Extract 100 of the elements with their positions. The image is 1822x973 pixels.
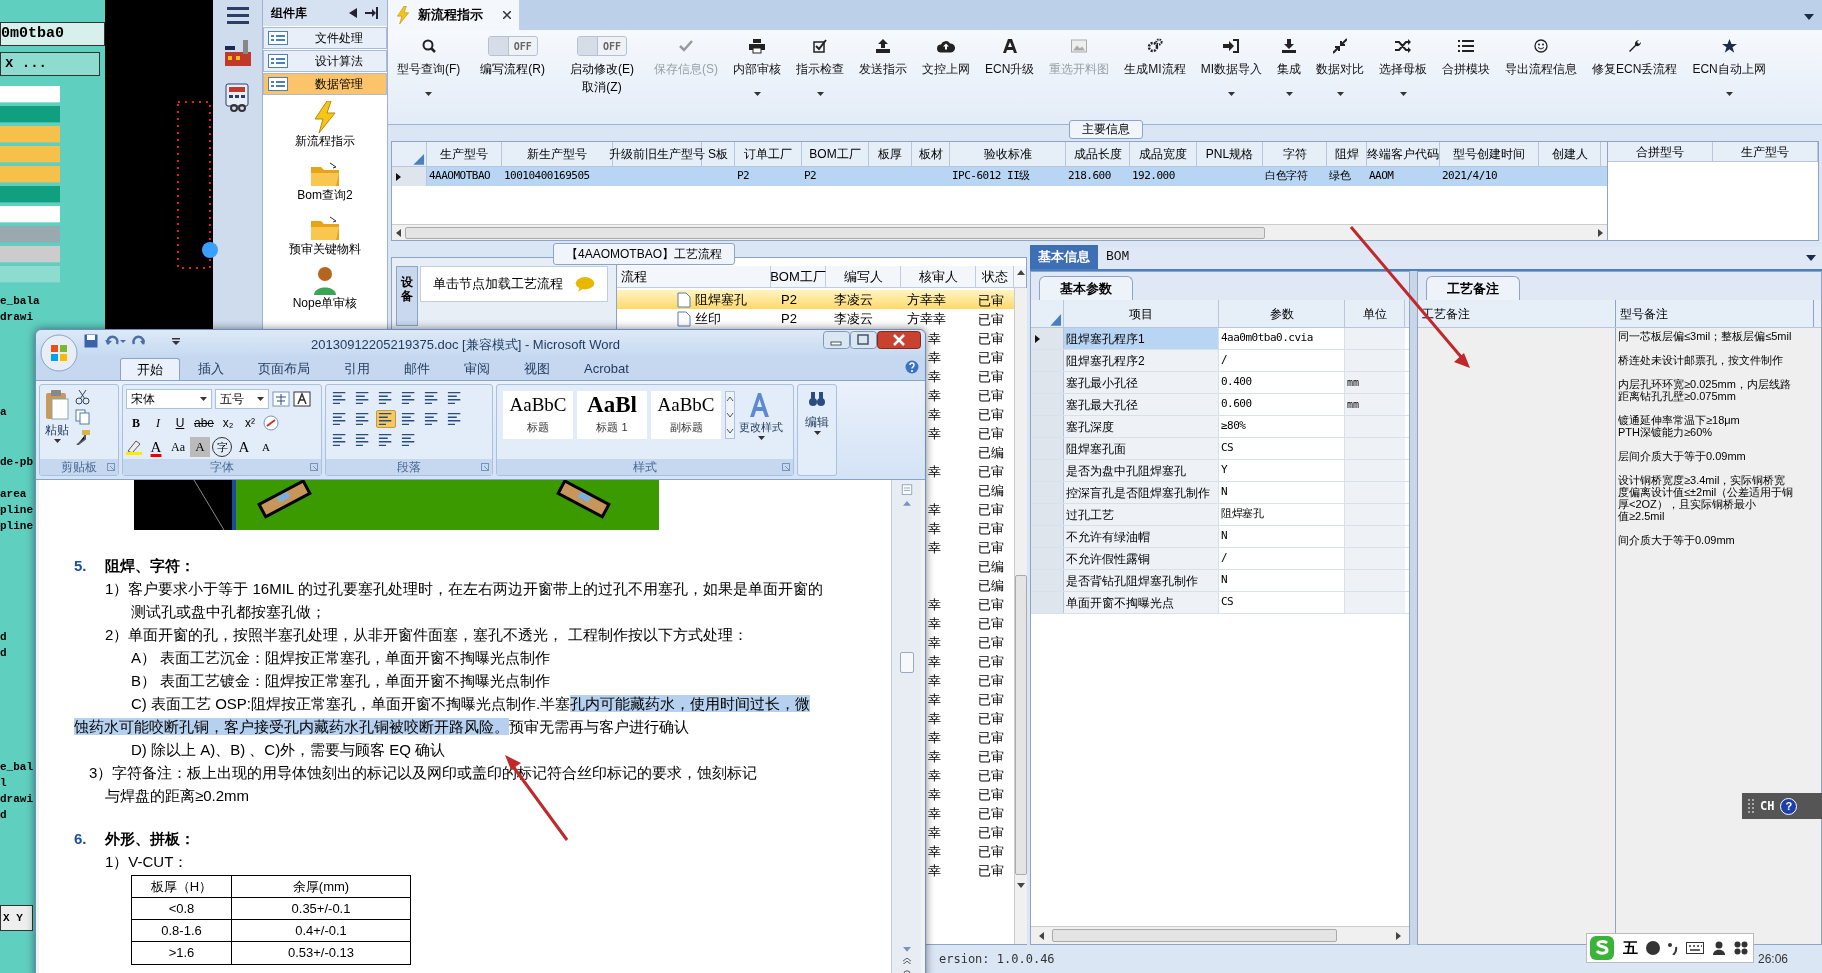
- column-header[interactable]: 成品长度: [1066, 142, 1130, 166]
- dialog-launcher-icon[interactable]: [107, 463, 115, 471]
- scrollbar[interactable]: [1031, 926, 1409, 944]
- table-cell[interactable]: 不允许有绿油帽: [1064, 526, 1219, 547]
- ribbon-tab[interactable]: Acrobat: [568, 358, 645, 380]
- table-cell[interactable]: [1345, 438, 1405, 459]
- component-item[interactable]: Nope单审核: [263, 261, 387, 311]
- category-item[interactable]: 数据管理: [263, 73, 387, 95]
- category-item[interactable]: 设计算法: [263, 50, 387, 72]
- full-width-icon[interactable]: [1646, 941, 1660, 955]
- collapse-icon[interactable]: [349, 8, 357, 18]
- scroll-right-icon[interactable]: [1396, 931, 1401, 940]
- dialog-launcher-icon[interactable]: [782, 463, 790, 471]
- toolbar-button[interactable]: 指示检查: [793, 36, 847, 106]
- column-header[interactable]: 型号备注: [1616, 300, 1814, 327]
- table-cell[interactable]: 塞孔最小孔径: [1064, 372, 1219, 393]
- help-button[interactable]: ?: [1780, 797, 1798, 815]
- format-painter-icon[interactable]: [74, 429, 92, 445]
- format-button[interactable]: Aa: [168, 437, 188, 457]
- table-cell[interactable]: N: [1219, 526, 1345, 547]
- column-header[interactable]: 编写人: [826, 266, 901, 287]
- column-header[interactable]: BOM工厂: [771, 266, 826, 287]
- format-button[interactable]: A: [256, 437, 276, 457]
- table-cell[interactable]: [1345, 416, 1405, 437]
- table-cell[interactable]: [1345, 504, 1405, 525]
- table-cell[interactable]: 是否背钻孔阻焊塞孔制作: [1064, 570, 1219, 591]
- tab[interactable]: BOM: [1098, 245, 1138, 269]
- format-button[interactable]: U: [170, 413, 190, 433]
- table-cell[interactable]: [1345, 548, 1405, 569]
- format-button[interactable]: A: [234, 437, 254, 457]
- table-cell[interactable]: ≥80%: [1219, 416, 1345, 437]
- editing-button[interactable]: 编辑: [797, 384, 837, 476]
- toolbar-button[interactable]: 文控上网: [919, 36, 973, 106]
- keyboard-icon[interactable]: [1686, 942, 1704, 954]
- column-header[interactable]: 合拼型号: [1608, 142, 1713, 161]
- table-cell[interactable]: 过孔工艺: [1064, 504, 1219, 525]
- scroll-left-icon[interactable]: [396, 228, 401, 237]
- table-cell[interactable]: 塞孔深度: [1064, 416, 1219, 437]
- column-header[interactable]: 订单工厂: [735, 142, 802, 166]
- toolbar-button[interactable]: 集成: [1274, 36, 1305, 106]
- format-button[interactable]: x₂: [218, 413, 239, 433]
- font-size-field[interactable]: 五号: [215, 389, 269, 409]
- toolbar-button[interactable]: 内部审核: [730, 36, 784, 106]
- save-icon[interactable]: [84, 334, 98, 348]
- format-button[interactable]: I: [148, 413, 168, 433]
- table-cell[interactable]: /: [1219, 350, 1345, 371]
- character-border-icon[interactable]: [293, 391, 311, 407]
- table-cell[interactable]: mm: [1345, 394, 1405, 415]
- punctuation-icon[interactable]: [1668, 941, 1678, 955]
- toolbar-button[interactable]: 选择母板: [1376, 36, 1431, 106]
- toolbar-button[interactable]: 合拼模块: [1439, 36, 1494, 106]
- toggle-switch[interactable]: OFF: [487, 36, 538, 56]
- scroll-thumb[interactable]: [1015, 575, 1027, 875]
- table-cell[interactable]: 单面开窗不掏曝光点: [1064, 592, 1219, 613]
- ruler-icon[interactable]: [899, 484, 914, 496]
- table-cell[interactable]: CS: [1219, 592, 1345, 613]
- toolbar-button[interactable]: 数据对比: [1313, 36, 1368, 106]
- column-header[interactable]: PNL规格: [1197, 142, 1263, 166]
- ribbon-tab[interactable]: 视图: [508, 358, 566, 380]
- factory-icon[interactable]: [222, 38, 253, 68]
- toggle-switch[interactable]: OFF: [577, 36, 627, 56]
- table-cell[interactable]: [1345, 526, 1405, 547]
- format-button[interactable]: x²: [240, 413, 261, 433]
- table-cell[interactable]: 0.600: [1219, 394, 1345, 415]
- table-cell[interactable]: mm: [1345, 372, 1405, 393]
- column-header[interactable]: 单位: [1345, 300, 1405, 327]
- column-header[interactable]: 字符: [1263, 142, 1327, 166]
- ribbon-tab[interactable]: 页面布局: [242, 358, 326, 380]
- grip-icon[interactable]: [1748, 799, 1754, 813]
- toolbar-button[interactable]: ECN自动上网: [1689, 36, 1769, 106]
- previous-page-icon[interactable]: [901, 957, 912, 965]
- column-header[interactable]: 板厚: [869, 142, 912, 166]
- ime-mode-button[interactable]: 五: [1623, 936, 1638, 960]
- table-cell[interactable]: 是否为盘中孔阻焊塞孔: [1064, 460, 1219, 481]
- undo-icon[interactable]: [104, 334, 126, 348]
- customize-icon[interactable]: [172, 337, 180, 345]
- format-button[interactable]: A: [146, 437, 166, 457]
- process-row[interactable]: 阻焊塞孔 P2 李凌云 方幸幸 已审: [617, 290, 1014, 309]
- table-cell[interactable]: 塞孔最大孔径: [1064, 394, 1219, 415]
- style-preview[interactable]: AaBl 标题 1: [577, 391, 647, 439]
- column-header[interactable]: 成品宽度: [1130, 142, 1197, 166]
- category-item[interactable]: 文件处理: [263, 27, 387, 49]
- tab[interactable]: 基本信息: [1030, 245, 1098, 269]
- table-cell[interactable]: 4aa0m0tba0.cvia: [1219, 328, 1345, 349]
- ribbon-tab[interactable]: 引用: [328, 358, 386, 380]
- highlight-icon[interactable]: [126, 439, 144, 455]
- cut-icon[interactable]: [74, 389, 92, 405]
- table-cell[interactable]: 0.400: [1219, 372, 1345, 393]
- column-header[interactable]: 核审人: [901, 266, 976, 287]
- calculator-icon[interactable]: [223, 82, 252, 112]
- ribbon-tab[interactable]: 插入: [182, 358, 240, 380]
- language-button[interactable]: CH: [1760, 797, 1775, 815]
- scroll-left-icon[interactable]: [1039, 931, 1044, 940]
- paste-button[interactable]: 粘贴: [40, 385, 74, 459]
- toolbar-button[interactable]: 修复ECN丢流程: [1589, 36, 1681, 106]
- scroll-thumb[interactable]: [899, 651, 914, 673]
- column-header[interactable]: 项目: [1064, 300, 1219, 327]
- toolbar-button[interactable]: MI数据导入: [1197, 36, 1266, 106]
- scroll-up-icon[interactable]: [1017, 270, 1025, 275]
- table-cell[interactable]: 阻焊塞孔: [1219, 504, 1345, 525]
